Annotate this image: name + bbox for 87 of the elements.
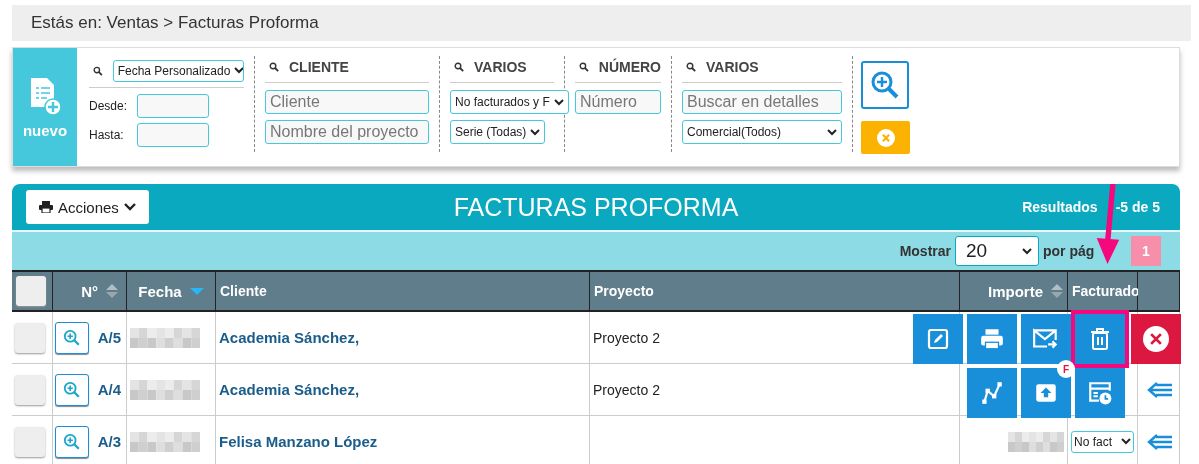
table-cell: Proyecto 2 xyxy=(593,381,660,398)
search-field[interactable]: Número xyxy=(575,90,661,114)
edit-button[interactable] xyxy=(913,314,963,364)
close-icon xyxy=(1143,326,1169,352)
client-link[interactable]: Felisa Manzano López xyxy=(219,433,378,450)
blurred-text xyxy=(1008,431,1064,452)
new-document-icon xyxy=(29,75,61,116)
filter-title: VARIOS xyxy=(706,59,759,75)
filter-title: NÚMERO xyxy=(598,59,661,75)
schedule-button[interactable] xyxy=(1075,368,1125,418)
view-button[interactable] xyxy=(55,425,89,458)
search-icon xyxy=(686,62,696,72)
sort-icon[interactable] xyxy=(1051,283,1063,299)
client-link[interactable]: Academia Sánchez, xyxy=(219,381,360,398)
invoice-number-link[interactable]: A/4 xyxy=(97,381,121,398)
invoice-number-link[interactable]: A/5 xyxy=(97,329,121,346)
zoom-in-icon xyxy=(63,328,81,347)
results-count: Resultados xyxy=(1022,199,1098,215)
column-header[interactable]: Fecha xyxy=(127,272,216,312)
column-header[interactable]: Proyecto xyxy=(590,272,960,312)
chevron-icon xyxy=(1121,438,1131,445)
dropdown[interactable]: No facturados y F xyxy=(450,90,569,114)
filter-title: VARIOS xyxy=(474,59,527,75)
table-title: FACTURAS PROFORMA xyxy=(453,192,739,222)
search-field[interactable]: Buscar en detalles xyxy=(682,90,842,114)
date-field[interactable] xyxy=(137,94,209,118)
route-icon xyxy=(979,380,1005,406)
field-label: Desde: xyxy=(89,99,128,113)
search-field[interactable]: Cliente xyxy=(265,90,429,114)
blurred-text xyxy=(130,379,200,400)
blurred-text xyxy=(130,431,200,452)
printer-icon xyxy=(39,201,53,213)
trash-icon xyxy=(1088,327,1112,351)
row-checkbox[interactable] xyxy=(15,374,45,405)
search-icon xyxy=(579,62,589,72)
search-icon xyxy=(269,62,279,72)
edit-icon xyxy=(926,327,950,351)
blurred-text xyxy=(130,327,200,348)
chevron-icon xyxy=(553,98,564,106)
view-button[interactable] xyxy=(55,373,89,406)
dropdown[interactable]: No fact xyxy=(1071,430,1134,453)
chevron-icon xyxy=(827,128,837,136)
clear-button[interactable] xyxy=(861,121,910,154)
zoom-in-icon xyxy=(63,380,81,399)
breadcrumb: Estás en: Ventas > Facturas Proforma xyxy=(12,5,1191,41)
collapse-arrow-icon[interactable] xyxy=(1147,432,1173,451)
chevron-icon xyxy=(123,203,136,211)
chevron-icon xyxy=(530,128,541,136)
dropdown[interactable]: Comercial(Todos) xyxy=(682,120,842,144)
collapse-arrow-icon[interactable] xyxy=(1147,380,1173,399)
search-field[interactable]: Nombre del proyecto xyxy=(265,120,429,144)
invoice-number-link[interactable]: A/3 xyxy=(97,433,121,450)
chevron-icon xyxy=(1022,247,1032,255)
email-button[interactable] xyxy=(1021,314,1071,364)
row-checkbox[interactable] xyxy=(15,426,45,457)
table-cell: Proyecto 2 xyxy=(593,329,660,346)
route-button[interactable] xyxy=(967,368,1017,418)
zoom-in-icon xyxy=(63,432,81,451)
close-icon xyxy=(876,128,895,147)
row-checkbox[interactable] xyxy=(15,322,45,353)
column-header[interactable]: N° xyxy=(53,272,127,312)
print-button[interactable] xyxy=(967,314,1017,364)
search-icon xyxy=(454,62,464,72)
client-link[interactable]: Academia Sánchez, xyxy=(219,329,360,346)
per-page-label: por pág xyxy=(1043,243,1096,259)
calendar-clock-icon xyxy=(1087,380,1113,406)
column-header[interactable]: Importe xyxy=(960,272,1068,312)
chevron-icon xyxy=(234,67,243,74)
view-button[interactable] xyxy=(55,321,89,354)
sort-icon[interactable] xyxy=(106,283,118,299)
field-label: Hasta: xyxy=(89,128,124,142)
select-all-checkbox[interactable] xyxy=(16,276,46,306)
print-icon xyxy=(979,326,1005,352)
column-header[interactable]: Cliente xyxy=(216,272,590,312)
dropdown[interactable]: 20 xyxy=(955,236,1039,266)
show-label: Mostrar xyxy=(899,243,951,259)
actions-button[interactable]: Acciones xyxy=(26,190,149,224)
dropdown[interactable]: Fecha Personalizado xyxy=(112,59,244,82)
search-button[interactable] xyxy=(861,61,909,109)
sort-descending-icon[interactable] xyxy=(189,287,204,295)
search-icon xyxy=(93,65,103,76)
filter-title: CLIENTE xyxy=(289,59,349,75)
results-count: -5 de 5 xyxy=(1115,199,1160,215)
close-button[interactable] xyxy=(1131,314,1181,364)
zoom-in-icon xyxy=(870,70,900,100)
dropdown[interactable]: Serie (Todas) xyxy=(450,120,546,144)
date-field[interactable] xyxy=(137,123,209,147)
